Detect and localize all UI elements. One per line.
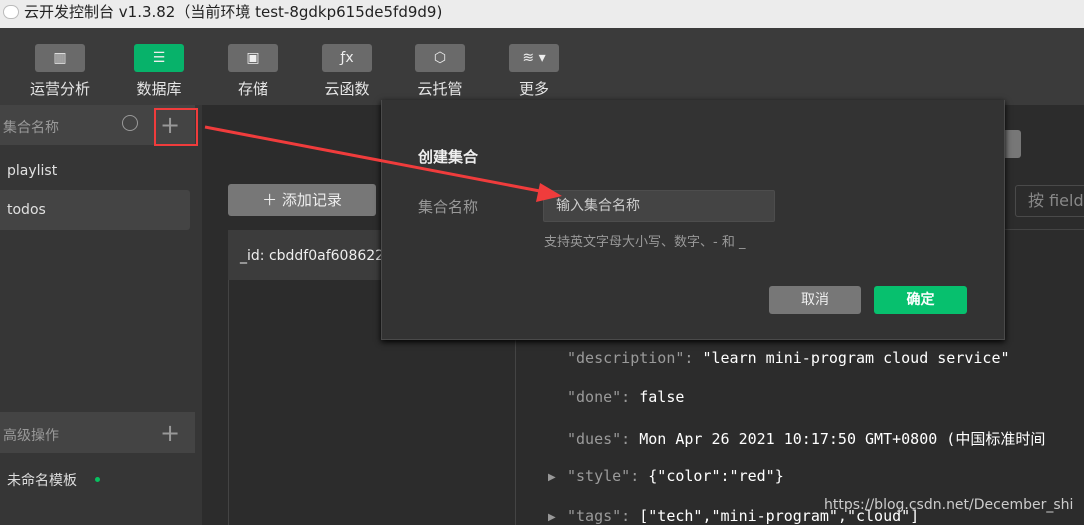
annotation-arrow — [204, 125, 562, 202]
watermark: https://blog.csdn.net/December_shi — [824, 497, 1074, 513]
